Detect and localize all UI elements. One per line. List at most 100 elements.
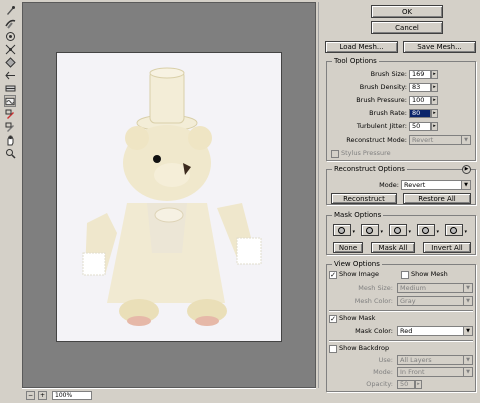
vertical-divider xyxy=(318,2,324,388)
mesh-size-label: Mesh Size: xyxy=(358,284,393,292)
intersect-selection-icon[interactable]: ▾ xyxy=(417,224,439,236)
mask-color-select[interactable]: Red ▼ xyxy=(397,326,473,336)
mesh-color-value: Gray xyxy=(400,297,416,305)
reconstruct-mode-label-2: Mode: xyxy=(379,181,399,189)
stylus-pressure-label: Stylus Pressure xyxy=(341,149,391,157)
brush-rate-field[interactable]: 80 xyxy=(409,109,431,118)
reconstruct-button[interactable]: Reconstruct xyxy=(331,193,397,204)
zoom-in-button[interactable]: + xyxy=(38,391,47,400)
brush-pressure-field[interactable]: 100 xyxy=(409,96,431,105)
mask-color-label: Mask Color: xyxy=(355,327,393,335)
reconstruct-mode-select: Revert ▼ xyxy=(409,135,471,145)
chevron-down-icon: ▼ xyxy=(461,181,470,189)
show-mesh-label: Show Mesh xyxy=(411,270,448,278)
mask-options-group: Mask Options ▾ ▾ ▾ ▾ ▾ None Mask All Inv… xyxy=(326,211,476,255)
backdrop-mode-select: In Front ▼ xyxy=(397,367,473,377)
brush-density-label: Brush Density: xyxy=(359,83,407,91)
mask-options-title: Mask Options xyxy=(332,211,384,220)
turbulent-jitter-label: Turbulent Jitter: xyxy=(356,122,407,130)
subtract-selection-icon[interactable]: ▾ xyxy=(389,224,411,236)
mesh-size-value: Medium xyxy=(400,284,426,292)
backdrop-use-label: Use: xyxy=(378,356,393,364)
bear-image[interactable] xyxy=(56,52,282,342)
hand-icon[interactable] xyxy=(4,134,16,146)
backdrop-opacity-label: Opacity: xyxy=(366,380,393,388)
load-mesh-button[interactable]: Load Mesh... xyxy=(325,41,398,53)
cancel-button[interactable]: Cancel xyxy=(371,21,443,34)
turbulence-icon[interactable] xyxy=(4,95,16,107)
brush-pressure-label: Brush Pressure: xyxy=(356,96,407,104)
view-divider-2 xyxy=(329,340,473,341)
brush-size-field[interactable]: 169 xyxy=(409,70,431,79)
brush-density-arrow[interactable]: ▸ xyxy=(431,83,438,92)
zoom-icon[interactable] xyxy=(4,147,16,159)
backdrop-use-select: All Layers ▼ xyxy=(397,355,473,365)
reconstruct-mode-value: Revert xyxy=(412,136,434,144)
mask-none-button[interactable]: None xyxy=(333,242,363,253)
show-backdrop-checkbox[interactable] xyxy=(329,345,337,353)
brush-size-arrow[interactable]: ▸ xyxy=(431,70,438,79)
show-image-label: Show Image xyxy=(339,270,379,278)
mask-mode-buttons: ▾ ▾ ▾ ▾ ▾ xyxy=(333,224,473,237)
restore-all-button[interactable]: Restore All xyxy=(403,193,471,204)
chevron-down-icon: ▼ xyxy=(463,327,472,335)
chevron-down-icon: ▼ xyxy=(461,136,470,144)
tools-panel xyxy=(0,0,22,403)
chevron-down-icon: ▼ xyxy=(463,356,472,364)
brush-density-field[interactable]: 83 xyxy=(409,83,431,92)
show-mask-checkbox[interactable]: ✓ xyxy=(329,315,337,323)
backdrop-mode-label: Mode: xyxy=(373,368,393,376)
brush-pressure-arrow[interactable]: ▸ xyxy=(431,96,438,105)
turbulent-jitter-field[interactable]: 50 xyxy=(409,122,431,131)
ok-button[interactable]: OK xyxy=(371,5,443,18)
stylus-pressure-checkbox xyxy=(331,150,339,158)
mask-color-value: Red xyxy=(400,327,413,335)
twirl-clockwise-icon[interactable] xyxy=(4,30,16,42)
show-image-checkbox[interactable]: ✓ xyxy=(329,271,337,279)
forward-warp-icon[interactable] xyxy=(4,4,16,16)
pucker-icon[interactable] xyxy=(4,43,16,55)
backdrop-opacity-arrow: ▸ xyxy=(415,380,422,389)
chevron-down-icon: ▼ xyxy=(463,297,472,305)
backdrop-mode-value: In Front xyxy=(400,368,425,376)
chevron-down-icon: ▼ xyxy=(463,368,472,376)
add-to-selection-icon[interactable]: ▾ xyxy=(361,224,383,236)
reconstruct-options-title: Reconstruct Options xyxy=(332,165,407,174)
zoom-level-field[interactable]: 100% xyxy=(52,391,92,400)
reconstruct-tool-icon[interactable] xyxy=(4,17,16,29)
view-divider-1 xyxy=(329,310,473,311)
mask-all-button[interactable]: Mask All xyxy=(371,242,415,253)
backdrop-opacity-field: 50 xyxy=(397,380,415,389)
turbulent-jitter-arrow[interactable]: ▸ xyxy=(431,122,438,131)
mesh-color-label: Mesh Color: xyxy=(354,297,393,305)
tool-options-title: Tool Options xyxy=(332,57,379,66)
freeze-mask-icon[interactable] xyxy=(4,108,16,120)
push-left-icon[interactable] xyxy=(4,69,16,81)
play-icon[interactable]: ▶ xyxy=(462,165,471,174)
brush-rate-arrow[interactable]: ▸ xyxy=(431,109,438,118)
status-bar: − + 100% xyxy=(22,388,316,401)
mirror-icon[interactable] xyxy=(4,82,16,94)
chevron-down-icon: ▼ xyxy=(463,284,472,292)
show-mask-label: Show Mask xyxy=(339,314,376,322)
reconstruct-mode-dropdown[interactable]: Revert ▼ xyxy=(401,180,471,190)
view-options-title: View Options xyxy=(332,260,382,269)
reconstruct-mode-dropdown-value: Revert xyxy=(404,181,426,189)
zoom-out-button[interactable]: − xyxy=(26,391,35,400)
replace-selection-icon[interactable]: ▾ xyxy=(333,224,355,236)
mesh-size-select: Medium ▼ xyxy=(397,283,473,293)
backdrop-use-value: All Layers xyxy=(400,356,432,364)
view-options-group: View Options ✓ Show Image Show Mesh Mesh… xyxy=(326,260,476,392)
reconstruct-options-group: Reconstruct Options ▶ Mode: Revert ▼ Reco… xyxy=(326,165,476,205)
show-mesh-checkbox[interactable] xyxy=(401,271,409,279)
reconstruct-mode-label: Reconstruct Mode: xyxy=(346,136,407,144)
save-mesh-button[interactable]: Save Mesh... xyxy=(403,41,476,53)
show-backdrop-label: Show Backdrop xyxy=(339,344,390,352)
brush-size-label: Brush Size: xyxy=(370,70,407,78)
bloat-icon[interactable] xyxy=(4,56,16,68)
thaw-mask-icon[interactable] xyxy=(4,121,16,133)
tool-options-group: Tool Options Brush Size: 169 ▸ Brush Den… xyxy=(326,57,476,161)
invert-selection-icon[interactable]: ▾ xyxy=(445,224,467,236)
invert-all-button[interactable]: Invert All xyxy=(423,242,471,253)
brush-rate-label: Brush Rate: xyxy=(369,109,407,117)
